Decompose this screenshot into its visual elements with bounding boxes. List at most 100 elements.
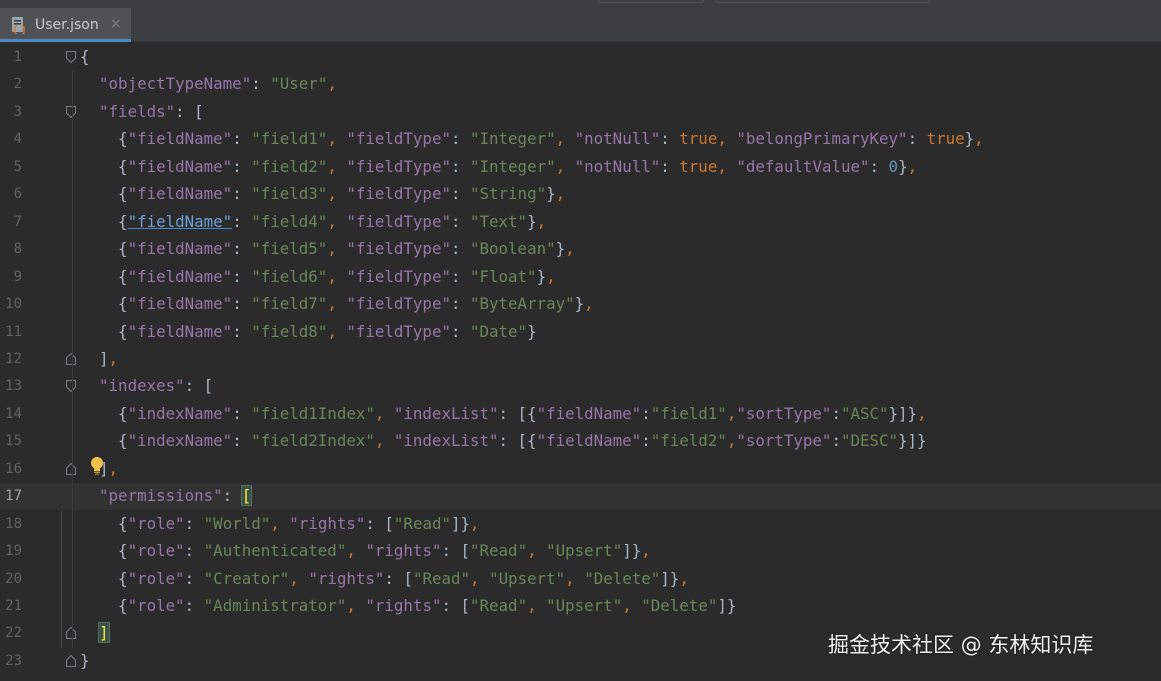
code-token: ]} [451,513,471,533]
code-line[interactable]: 16 ], [0,456,1161,483]
code-line[interactable]: 4 {"fieldName": "field1", "fieldType": "… [0,126,1161,153]
code-token: ]} [717,596,737,615]
code-line[interactable]: 14 {"indexName": "field1Index", "indexLi… [0,401,1161,428]
code-token: , [327,239,347,259]
code-token: "Administrator" [203,596,347,615]
line-number[interactable]: 2 [0,74,22,94]
line-number[interactable]: 14 [0,404,22,424]
code-text[interactable]: {"fieldName": "field8", "fieldType": "Da… [80,322,537,342]
fold-open-icon[interactable] [65,105,77,119]
code-token: [ [240,485,253,507]
code-text[interactable]: {"indexName": "field1Index", "indexList"… [80,404,927,424]
line-number[interactable]: 18 [0,514,22,534]
code-text[interactable]: "permissions": [ [80,485,253,507]
line-number[interactable]: 20 [0,569,22,589]
line-number[interactable]: 9 [0,267,22,287]
line-number[interactable]: 1 [0,47,22,67]
code-line[interactable]: 1{ [0,44,1161,71]
code-token: "rights" [365,596,442,615]
code-text[interactable]: {"fieldName": "field6", "fieldType": "Fl… [80,267,556,287]
code-text[interactable]: {"role": "Authenticated", "rights": ["Re… [80,541,651,561]
line-number[interactable]: 23 [0,651,22,671]
code-token: } [964,129,975,149]
code-text[interactable]: {"role": "Administrator", "rights": ["Re… [80,596,736,616]
code-text[interactable]: {"fieldName": "field5", "fieldType": "Bo… [80,239,575,259]
code-text[interactable]: {"fieldName": "field7", "fieldType": "By… [80,294,594,314]
code-line[interactable]: 13 "indexes": [ [0,373,1161,400]
code-text[interactable]: { [80,47,90,67]
code-text[interactable]: } [80,651,90,671]
line-number[interactable]: 8 [0,239,22,259]
code-text[interactable]: {"role": "World", "rights": ["Read"]}, [80,514,480,534]
fold-close-icon[interactable] [65,352,77,366]
code-token: : [450,129,470,149]
line-number[interactable]: 13 [0,376,22,396]
code-line[interactable]: 9 {"fieldName": "field6", "fieldType": "… [0,264,1161,291]
code-editor[interactable]: 1{2 "objectTypeName": "User", 3 "fields":… [0,42,1161,681]
code-text[interactable]: {"indexName": "field2Index", "indexList"… [80,431,927,451]
code-text[interactable]: {"fieldName": "field4", "fieldType": "Te… [80,212,546,232]
line-number[interactable]: 12 [0,349,22,369]
line-number[interactable]: 17 [0,486,22,506]
code-text[interactable]: {"fieldName": "field1", "fieldType": "In… [80,129,984,149]
fold-open-icon[interactable] [65,50,77,64]
line-number[interactable]: 15 [0,431,22,451]
code-line[interactable]: 12 ], [0,346,1161,373]
code-line[interactable]: 20 {"role": "Creator", "rights": ["Read"… [0,566,1161,593]
line-number[interactable]: 11 [0,322,22,342]
code-text[interactable]: {"fieldName": "field2", "fieldType": "In… [80,157,917,177]
code-line[interactable]: 6 {"fieldName": "field3", "fieldType": "… [0,181,1161,208]
close-icon[interactable]: × [110,15,122,33]
code-line[interactable]: 3 "fields": [ [0,99,1161,126]
code-text[interactable]: {"role": "Creator", "rights": ["Read", "… [80,569,689,589]
code-token: : [232,239,252,259]
code-text[interactable]: "fields": [ [80,102,204,122]
line-number[interactable]: 16 [0,459,22,479]
code-token: : [831,431,841,451]
code-line[interactable]: 2 "objectTypeName": "User", [0,71,1161,98]
code-token: "field7" [251,294,328,314]
fold-open-icon[interactable] [65,379,77,393]
line-number[interactable]: 5 [0,157,22,177]
code-line[interactable]: 15 {"indexName": "field2Index", "indexLi… [0,428,1161,455]
tab-user-json[interactable]: User.json × [0,8,131,42]
code-line[interactable]: 10 {"fieldName": "field7", "fieldType": … [0,291,1161,318]
code-text[interactable]: ], [80,349,118,369]
code-token: , [641,541,651,561]
code-line[interactable]: 17 "permissions": [ [0,483,1161,511]
fold-close-icon[interactable] [65,462,77,476]
code-line[interactable]: 19 {"role": "Authenticated", "rights": [… [0,538,1161,565]
fold-close-icon[interactable] [65,626,77,640]
code-token: ] [98,622,110,644]
toolbar-widget[interactable] [716,0,930,3]
line-number[interactable]: 4 [0,129,22,149]
code-token: ] [99,348,109,368]
code-token: { [118,431,128,451]
code-line[interactable]: 18 {"role": "World", "rights": ["Read"]}… [0,511,1161,538]
line-number[interactable]: 3 [0,102,22,122]
line-number[interactable]: 7 [0,212,22,232]
code-token: "field1" [251,129,328,149]
fold-close-icon[interactable] [65,654,77,668]
code-line[interactable]: 21 {"role": "Administrator", "rights": [… [0,593,1161,620]
code-token: }]} [888,403,918,423]
line-number[interactable]: 22 [0,623,22,643]
line-number[interactable]: 6 [0,184,22,204]
code-text[interactable]: {"fieldName": "field3", "fieldType": "St… [80,184,565,204]
code-text[interactable]: "indexes": [ [80,376,213,396]
line-number[interactable]: 21 [0,596,22,616]
code-line[interactable]: 8 {"fieldName": "field5", "fieldType": "… [0,236,1161,263]
code-text[interactable]: "objectTypeName": "User", [80,74,337,94]
code-token: "fieldName" [127,129,233,149]
line-number[interactable]: 10 [0,294,22,314]
code-token: , [346,541,366,561]
code-text[interactable]: ] [80,622,110,644]
code-token: : [184,596,204,615]
lightbulb-icon[interactable] [89,456,105,475]
line-number[interactable]: 19 [0,541,22,561]
code-token: , [555,156,575,176]
code-line[interactable]: 5 {"fieldName": "field2", "fieldType": "… [0,154,1161,181]
code-line[interactable]: 11 {"fieldName": "field8", "fieldType": … [0,319,1161,346]
toolbar-widget[interactable] [598,0,704,3]
code-line[interactable]: 7 {"fieldName": "field4", "fieldType": "… [0,209,1161,236]
